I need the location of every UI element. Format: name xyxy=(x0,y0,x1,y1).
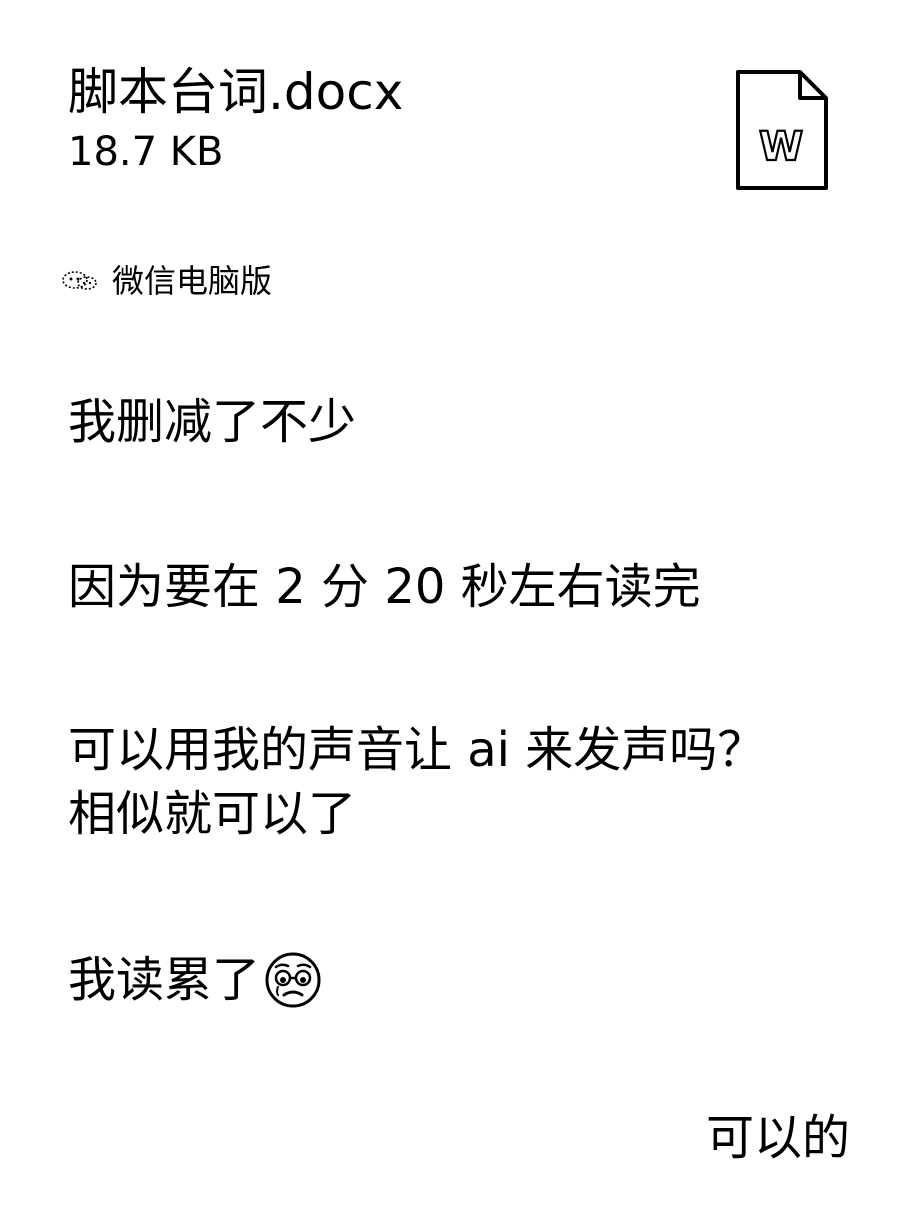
chat-message: 我删减了不少 xyxy=(68,390,356,454)
message-text: 我读累了 xyxy=(68,952,261,1008)
chat-reply-message: 可以的 xyxy=(706,1106,850,1170)
chat-message: 可以用我的声音让 ai 来发声吗？ 相似就可以了 xyxy=(68,718,765,846)
tired-face-emoji-icon xyxy=(265,952,321,1008)
file-source-row: 微信电脑版 xyxy=(60,258,272,304)
message-text: 可以的 xyxy=(705,1110,850,1166)
wechat-icon xyxy=(62,271,97,290)
message-text: 因为要在 2 分 20 秒左右读完 xyxy=(68,559,701,615)
file-name: 脚本台词.docx xyxy=(68,63,404,121)
message-text: 我删减了不少 xyxy=(68,394,357,450)
source-label: 微信电脑版 xyxy=(112,262,273,300)
file-size: 18.7 KB xyxy=(68,129,224,175)
word-document-icon: W xyxy=(736,70,828,190)
message-line: 相似就可以了 xyxy=(68,786,357,842)
chat-message: 我读累了 xyxy=(68,948,322,1012)
word-icon-letter: W xyxy=(759,124,803,170)
file-attachment-card[interactable]: 脚本台词.docx 18.7 KB W xyxy=(0,0,912,215)
chat-message: 因为要在 2 分 20 秒左右读完 xyxy=(68,555,701,619)
message-line: 可以用我的声音让 ai 来发声吗？ xyxy=(68,722,766,778)
